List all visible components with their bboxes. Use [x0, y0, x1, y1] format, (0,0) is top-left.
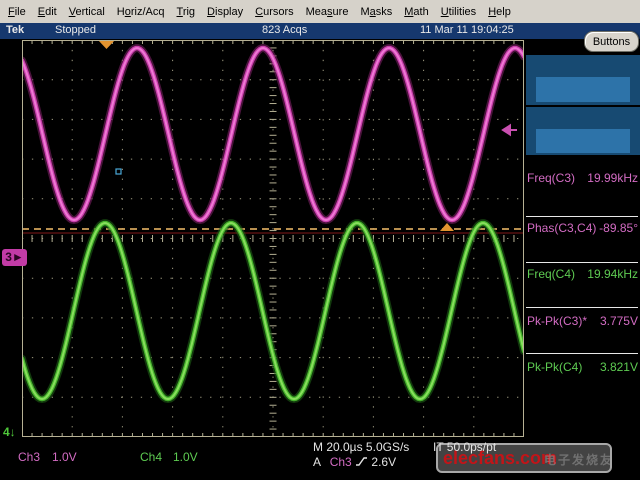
ch3-scale[interactable]: 1.0V	[52, 450, 77, 464]
status-bar: Tek Stopped 823 Acqs 11 Mar 11 19:04:25	[0, 23, 640, 39]
menu-measure[interactable]: Measure	[300, 6, 355, 18]
measurement-label: Pk-Pk(C3)*	[527, 314, 587, 328]
ch4-label[interactable]: Ch4	[140, 450, 162, 464]
trigger-position-marker[interactable]	[98, 40, 115, 49]
trigger-level-marker[interactable]	[440, 223, 454, 231]
side-menu-button-1[interactable]	[526, 55, 640, 105]
trigger-prefix: A	[313, 455, 320, 469]
acquisition-state: Stopped	[55, 24, 96, 36]
menu-vertical[interactable]: Vertical	[63, 6, 111, 18]
menu-file[interactable]: File	[2, 6, 32, 18]
measurement-pkpkc4: Pk-Pk(C4) 3.821V	[527, 360, 638, 374]
ch3-label[interactable]: Ch3	[18, 450, 40, 464]
ch3-waveform	[22, 48, 524, 220]
menu-trig[interactable]: Trig	[171, 6, 202, 18]
trigger-readout: A Ch3 2.6V	[313, 455, 396, 469]
measurement-separator	[526, 307, 638, 308]
menu-horizacq[interactable]: Horiz/Acq	[111, 6, 171, 18]
measurement-value: -89.85°	[599, 221, 638, 235]
ch4-reference-marker[interactable]: 4↓	[3, 425, 16, 439]
menu-masks[interactable]: Masks	[354, 6, 398, 18]
watermark-cjk-text: 电子发烧友	[544, 451, 614, 468]
ch3-waveform	[22, 48, 524, 220]
menu-edit[interactable]: Edit	[32, 6, 63, 18]
menu-help[interactable]: Help	[482, 6, 517, 18]
menu-bar: FileEditVerticalHoriz/AcqTrigDisplayCurs…	[0, 0, 640, 23]
rising-slope-icon	[355, 456, 368, 467]
measurement-label: Freq(C4)	[527, 267, 575, 281]
timebase-readout: M 20.0µs 5.0GS/s	[313, 440, 409, 454]
measurement-separator	[526, 216, 638, 217]
measurement-separator	[526, 353, 638, 354]
measurement-phasc3c4: Phas(C3,C4)-89.85°	[527, 221, 638, 235]
menu-math[interactable]: Math	[398, 6, 434, 18]
measurement-label: Freq(C3)	[527, 171, 575, 185]
trigger-level: 2.6V	[371, 455, 396, 469]
menu-display[interactable]: Display	[201, 6, 249, 18]
side-menu-button-1-face	[536, 77, 630, 102]
trigger-source: Ch3	[330, 455, 352, 469]
persistence-artifact-square	[116, 169, 121, 174]
ch3-right-edge-arrow	[503, 126, 517, 135]
measurement-value: 3.775V	[600, 314, 638, 328]
menu-utilities[interactable]: Utilities	[435, 6, 482, 18]
acquisition-count: 823 Acqs	[262, 24, 307, 36]
side-menu-button-2[interactable]	[526, 107, 640, 155]
buttons-button[interactable]: Buttons	[584, 31, 639, 52]
measurement-freqc3: Freq(C3) 19.99kHz	[527, 171, 638, 185]
datetime: 11 Mar 11 19:04:25	[420, 24, 514, 36]
measurement-pkpkc3: Pk-Pk(C3)* 3.775V	[527, 314, 638, 328]
measurement-label: Phas(C3,C4)	[527, 221, 596, 235]
measurement-separator	[526, 262, 638, 263]
ch3-waveform	[22, 48, 524, 220]
oscilloscope-screen: FileEditVerticalHoriz/AcqTrigDisplayCurs…	[0, 0, 640, 480]
measurement-freqc4: Freq(C4) 19.94kHz	[527, 267, 638, 281]
ch4-scale[interactable]: 1.0V	[173, 450, 198, 464]
measurement-value: 3.821V	[600, 360, 638, 374]
menu-cursors[interactable]: Cursors	[249, 6, 300, 18]
ch3-reference-marker[interactable]: 3►	[2, 249, 27, 266]
side-menu-button-2-face	[536, 129, 630, 153]
tek-logo: Tek	[6, 24, 24, 36]
measurement-label: Pk-Pk(C4)	[527, 360, 582, 374]
graticule-display	[22, 40, 524, 437]
measurement-value: 19.94kHz	[587, 267, 638, 281]
ch4-waveform	[22, 223, 524, 399]
measurement-value: 19.99kHz	[587, 171, 638, 185]
sampling-readout: IT 50.0ps/pt	[433, 440, 496, 454]
